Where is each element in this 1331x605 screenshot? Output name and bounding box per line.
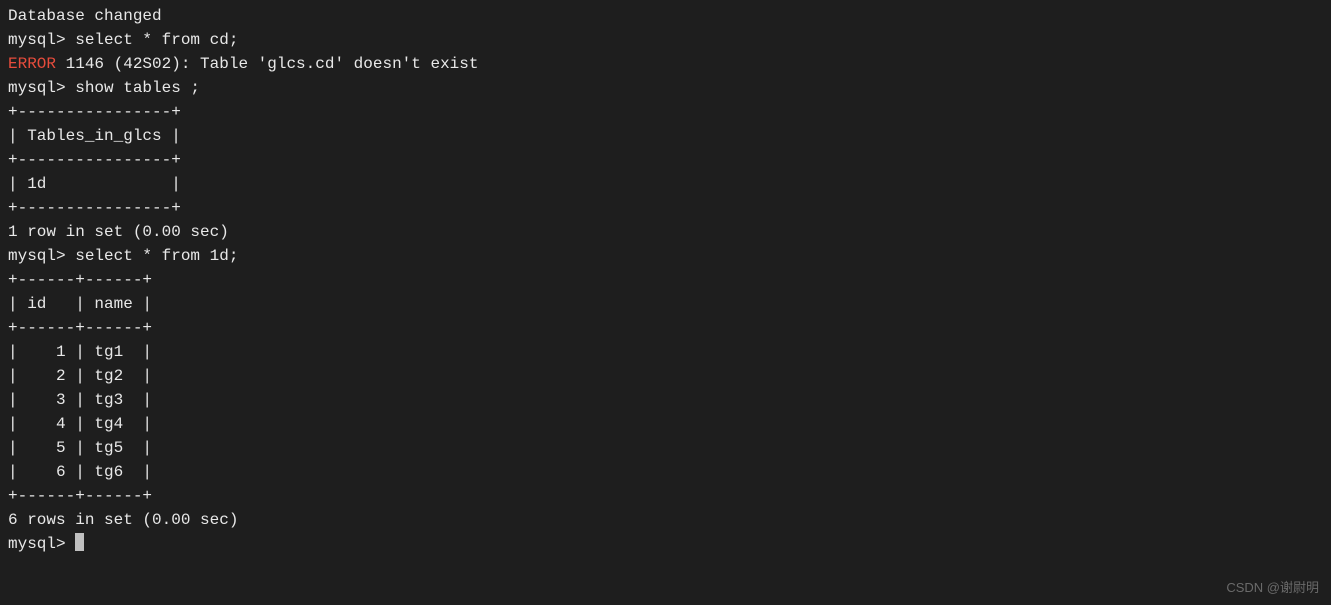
- table-row: | 6 | tg6 |: [8, 460, 1323, 484]
- result-summary: 1 row in set (0.00 sec): [8, 220, 1323, 244]
- table-header: | Tables_in_glcs |: [8, 124, 1323, 148]
- table-separator: +------+------+: [8, 484, 1323, 508]
- table-separator: +----------------+: [8, 148, 1323, 172]
- table-row: | 1d |: [8, 172, 1323, 196]
- table-separator: +----------------+: [8, 196, 1323, 220]
- error-message: 1146 (42S02): Table 'glcs.cd' doesn't ex…: [56, 55, 478, 73]
- table-separator: +------+------+: [8, 316, 1323, 340]
- output-line: Database changed: [8, 4, 1323, 28]
- prompt-prefix: mysql>: [8, 535, 75, 553]
- table-row: | 3 | tg3 |: [8, 388, 1323, 412]
- table-row: | 2 | tg2 |: [8, 364, 1323, 388]
- error-line: ERROR 1146 (42S02): Table 'glcs.cd' does…: [8, 52, 1323, 76]
- result-summary: 6 rows in set (0.00 sec): [8, 508, 1323, 532]
- cursor-icon: [75, 533, 84, 551]
- table-separator: +----------------+: [8, 100, 1323, 124]
- active-prompt[interactable]: mysql>: [8, 532, 1323, 556]
- table-row: | 4 | tg4 |: [8, 412, 1323, 436]
- error-label: ERROR: [8, 55, 56, 73]
- watermark: CSDN @谢尉明: [1226, 578, 1319, 598]
- table-separator: +------+------+: [8, 268, 1323, 292]
- table-row: | 5 | tg5 |: [8, 436, 1323, 460]
- table-header: | id | name |: [8, 292, 1323, 316]
- prompt-line: mysql> select * from 1d;: [8, 244, 1323, 268]
- prompt-line: mysql> show tables ;: [8, 76, 1323, 100]
- prompt-line: mysql> select * from cd;: [8, 28, 1323, 52]
- table-row: | 1 | tg1 |: [8, 340, 1323, 364]
